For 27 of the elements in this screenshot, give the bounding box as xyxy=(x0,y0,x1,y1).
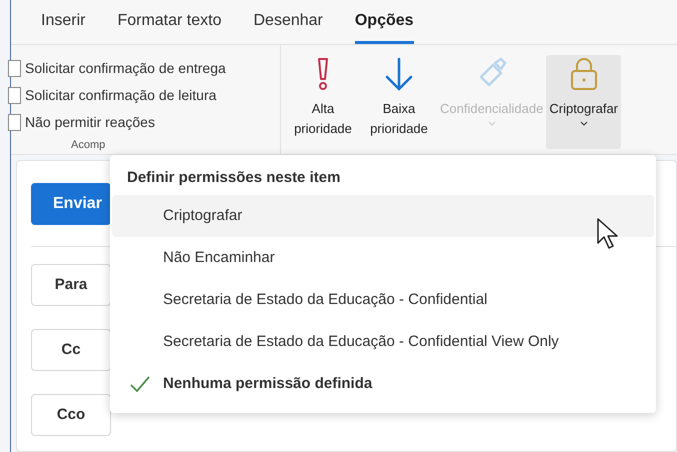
menu-item[interactable]: Criptografar xyxy=(112,195,654,237)
checkbox[interactable] xyxy=(8,114,21,131)
menu-item[interactable]: Secretaria de Estado da Educação - Confidential xyxy=(112,279,654,321)
ribbon-tab[interactable]: Inserir xyxy=(41,9,86,44)
ribbon-button[interactable]: Alta prioridade xyxy=(285,55,361,149)
ribbon-tab[interactable]: Desenhar xyxy=(253,9,323,44)
menu-title: Definir permissões neste item xyxy=(126,168,342,188)
checkbox[interactable] xyxy=(8,86,21,104)
checkbox-label: Solicitar confirmação de leitura xyxy=(25,86,216,105)
ribbon-tab[interactable]: Formatar texto xyxy=(117,9,222,44)
recipient-button[interactable]: Cco xyxy=(31,394,111,436)
checkmark-icon xyxy=(130,376,150,392)
ribbon-button[interactable]: Criptografar xyxy=(546,55,621,149)
ribbon-button[interactable]: Baixa prioridade xyxy=(361,55,437,149)
group-label: Acomp xyxy=(70,138,106,154)
menu-item[interactable]: Nenhuma permissão definida xyxy=(112,363,654,405)
checkbox-label: Não permitir reações xyxy=(25,112,155,132)
exclamation-icon xyxy=(315,57,331,91)
checkbox[interactable] xyxy=(8,60,21,77)
menu-item[interactable]: Secretaria de Estado da Educação - Confidential View Only xyxy=(112,321,654,363)
checkbox-label: Solicitar confirmação de entrega xyxy=(25,58,226,78)
send-button[interactable]: Enviar xyxy=(31,182,111,224)
recipient-button[interactable]: Cc xyxy=(31,329,111,371)
arrow-down-icon xyxy=(383,57,415,91)
lock-icon xyxy=(568,57,599,91)
menu-item[interactable]: Não Encaminhar xyxy=(112,237,654,279)
recipient-button[interactable]: Para xyxy=(31,264,111,306)
